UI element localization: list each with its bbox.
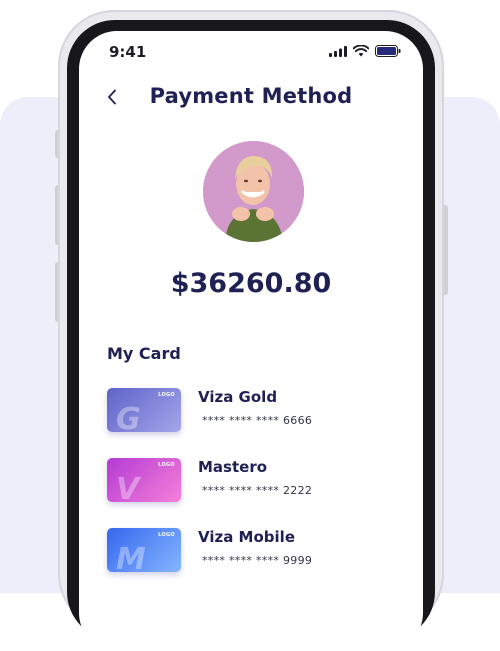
card-logo: LOGO bbox=[158, 392, 175, 398]
card-thumbnail: LOGO V bbox=[107, 458, 181, 502]
card-item-viza-gold[interactable]: LOGO G Viza Gold **** **** **** 6666 bbox=[107, 388, 407, 438]
card-thumbnail: LOGO G bbox=[107, 388, 181, 432]
status-time: 9:41 bbox=[109, 43, 147, 61]
card-name: Viza Mobile bbox=[198, 528, 295, 546]
my-card-heading: My Card bbox=[107, 344, 181, 363]
card-number: **** **** **** 2222 bbox=[202, 484, 313, 497]
page-title: Payment Method bbox=[149, 84, 353, 108]
battery-icon bbox=[375, 45, 401, 57]
card-logo: LOGO bbox=[158, 462, 175, 468]
card-number: **** **** **** 9999 bbox=[202, 554, 313, 567]
card-logo: LOGO bbox=[158, 532, 175, 538]
card-name: Viza Gold bbox=[198, 388, 278, 406]
card-initial: G bbox=[116, 402, 141, 432]
avatar[interactable] bbox=[203, 141, 304, 242]
card-number: **** **** **** 6666 bbox=[202, 414, 313, 427]
signal-icon bbox=[329, 45, 347, 57]
wifi-icon bbox=[353, 45, 369, 57]
status-icons bbox=[329, 45, 401, 57]
card-name: Mastero bbox=[198, 458, 268, 476]
card-initial: M bbox=[116, 542, 146, 572]
card-item-mastero[interactable]: LOGO V Mastero **** **** **** 2222 bbox=[107, 458, 407, 508]
phone-screen: 9:41 Payment Method $36260.80 My Card LO… bbox=[79, 31, 423, 651]
balance-amount: $36260.80 bbox=[170, 268, 332, 299]
card-initial: V bbox=[116, 472, 140, 502]
avatar-portrait bbox=[203, 141, 304, 242]
card-item-viza-mobile[interactable]: LOGO M Viza Mobile **** **** **** 9999 bbox=[107, 528, 407, 578]
card-thumbnail: LOGO M bbox=[107, 528, 181, 572]
